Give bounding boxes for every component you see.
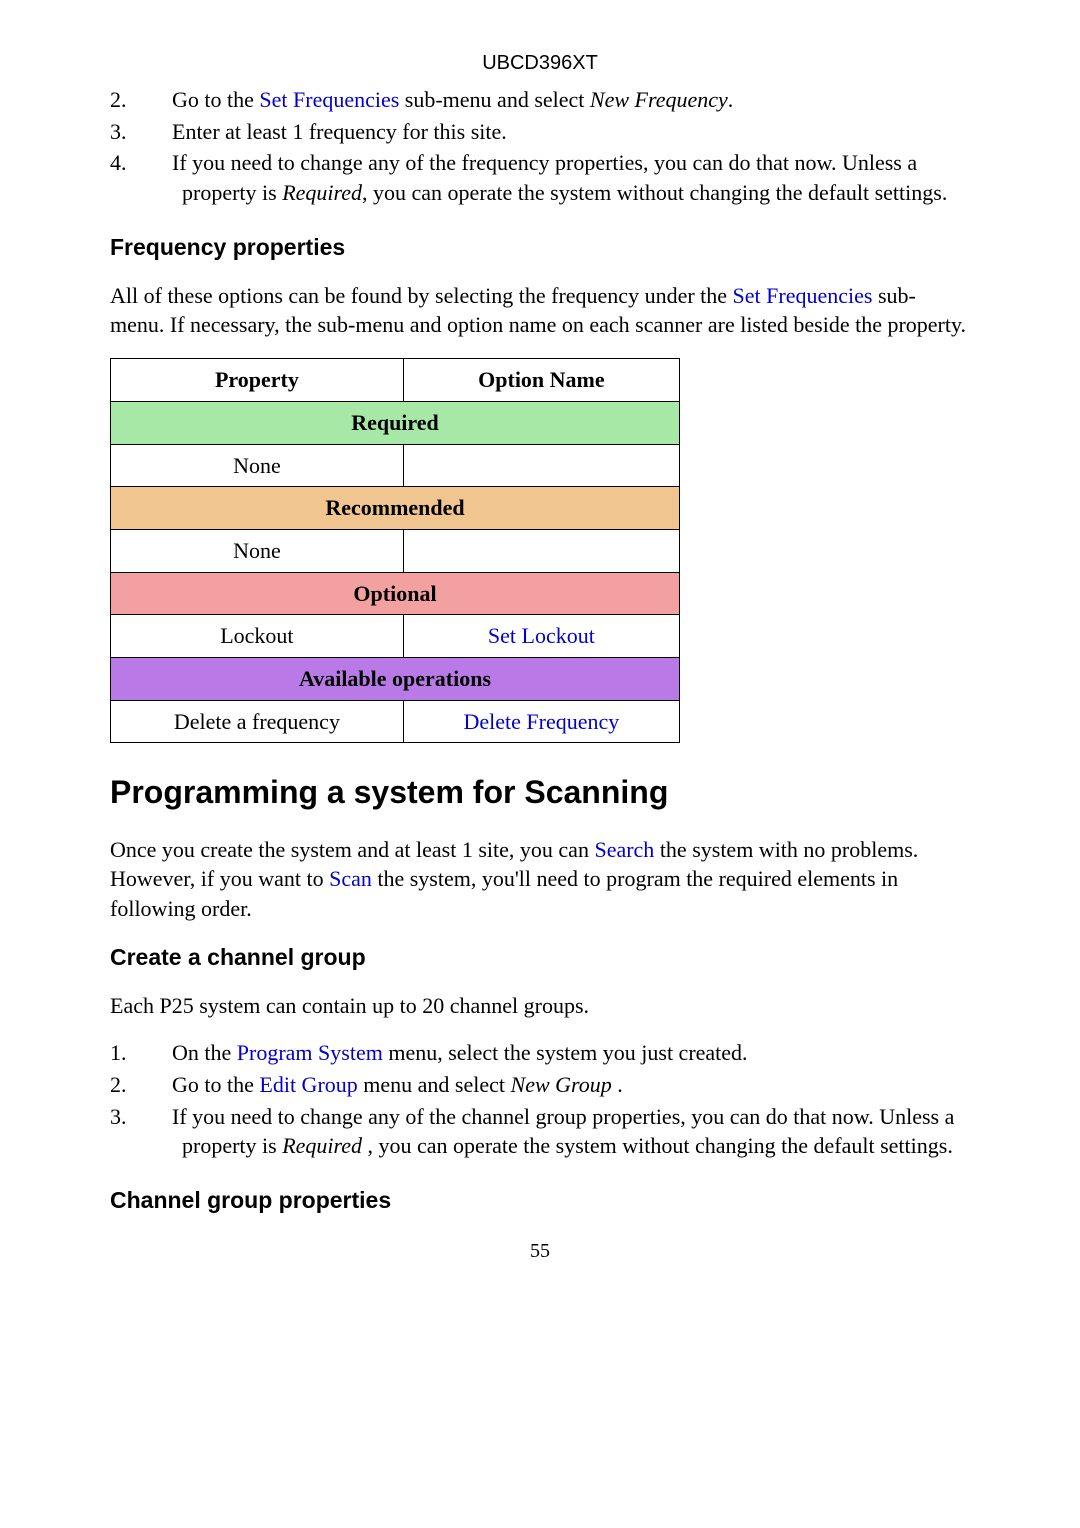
table-row: Delete a frequency Delete Frequency [111,700,680,743]
intro-text: All of these options can be found by sel… [110,283,733,308]
table-row: Lockout Set Lockout [111,615,680,658]
channel-group-properties-heading: Channel group properties [110,1185,970,1216]
list-text: . [612,1072,623,1097]
list-text: Enter at least 1 frequency for this site… [172,119,507,144]
prog-text: Once you create the system and at least … [110,837,594,862]
program-system-link[interactable]: Program System [237,1040,383,1065]
programming-heading: Programming a system for Scanning [110,771,970,814]
col-option-name: Option Name [403,359,679,402]
list-italic: New Group [511,1072,612,1097]
create-channel-group-heading: Create a channel group [110,942,970,973]
cell-option [403,529,679,572]
edit-group-link[interactable]: Edit Group [259,1072,357,1097]
list-item: 2.Go to the Edit Group menu and select N… [146,1070,970,1100]
list-text: Go to the [172,87,259,112]
cell-property: Delete a frequency [111,700,404,743]
list-text: menu, select the system you just created… [383,1040,748,1065]
table-row-required: Required [111,401,680,444]
properties-table: Property Option Name Required None Recom… [110,358,680,743]
set-frequencies-link[interactable]: Set Frequencies [259,87,399,112]
col-property: Property [111,359,404,402]
cell-option: Delete Frequency [403,700,679,743]
list-item: 4.If you need to change any of the frequ… [146,148,970,207]
scan-link[interactable]: Scan [329,866,372,891]
table-row: Property Option Name [111,359,680,402]
list-text: On the [172,1040,237,1065]
section-available-operations: Available operations [111,657,680,700]
cell-property: Lockout [111,615,404,658]
list-item: 2.Go to the Set Frequencies sub-menu and… [146,85,970,115]
search-link[interactable]: Search [594,837,654,862]
list-item: 3.If you need to change any of the chann… [146,1102,970,1161]
set-lockout-link[interactable]: Set Lockout [488,623,595,648]
list-italic: New Frequency [590,87,728,112]
page-number: 55 [110,1238,970,1265]
list-text: . [728,87,734,112]
list-item: 3.Enter at least 1 frequency for this si… [146,117,970,147]
table-row-available: Available operations [111,657,680,700]
header-code: UBCD396XT [110,50,970,77]
list-number: 3. [146,1102,172,1132]
cell-option: Set Lockout [403,615,679,658]
channel-group-list: 1.On the Program System menu, select the… [110,1038,970,1161]
section-required: Required [111,401,680,444]
top-ordered-list: 2.Go to the Set Frequencies sub-menu and… [110,85,970,208]
list-italic: Required [282,1133,362,1158]
list-text: , you can operate the system without cha… [362,1133,953,1158]
cell-property: None [111,529,404,572]
frequency-properties-intro: All of these options can be found by sel… [110,281,970,340]
delete-frequency-link[interactable]: Delete Frequency [464,709,620,734]
set-frequencies-link[interactable]: Set Frequencies [733,283,873,308]
frequency-properties-heading: Frequency properties [110,232,970,263]
table-row-recommended: Recommended [111,487,680,530]
list-text: , you can operate the system without cha… [362,180,947,205]
list-number: 2. [146,1070,172,1100]
list-item: 1.On the Program System menu, select the… [146,1038,970,1068]
table-row: None [111,529,680,572]
list-number: 1. [146,1038,172,1068]
cell-option [403,444,679,487]
table-row: None [111,444,680,487]
list-italic: Required [282,180,362,205]
list-number: 4. [146,148,172,178]
list-text: sub-menu and select [399,87,590,112]
section-optional: Optional [111,572,680,615]
list-number: 2. [146,85,172,115]
list-text: Go to the [172,1072,259,1097]
cell-property: None [111,444,404,487]
list-number: 3. [146,117,172,147]
programming-intro: Once you create the system and at least … [110,835,970,924]
section-recommended: Recommended [111,487,680,530]
create-channel-group-intro: Each P25 system can contain up to 20 cha… [110,991,970,1021]
table-row-optional: Optional [111,572,680,615]
list-text: menu and select [358,1072,511,1097]
